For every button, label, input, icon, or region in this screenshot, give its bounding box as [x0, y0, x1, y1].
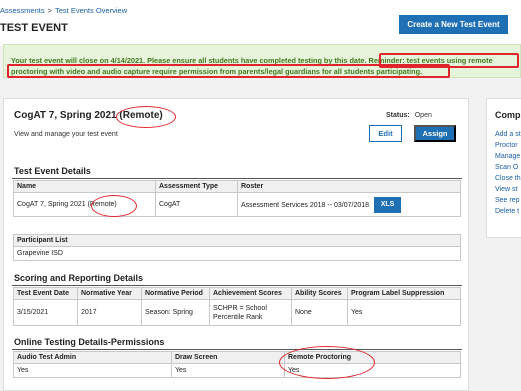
remote-highlight-oval-title: [116, 106, 176, 128]
col-header-name: Name: [13, 180, 156, 193]
col-header-audio-test-admin: Audio Test Admin: [13, 351, 172, 364]
side-link-manage[interactable]: Manage: [495, 151, 521, 162]
remote-highlight-oval-name: [91, 195, 137, 217]
col-header-program-label-suppression: Program Label Suppression: [347, 287, 461, 300]
status-value: Open: [414, 112, 432, 119]
side-link-proctor[interactable]: Proctor: [495, 140, 521, 151]
side-link-see-reports[interactable]: See rep: [495, 195, 521, 206]
status-label: Status:: [386, 112, 410, 119]
side-panel-title: Comp: [495, 110, 521, 120]
side-panel-links: Add a st Proctor Manage Scan O Close th …: [495, 129, 521, 217]
breadcrumb-assessments-link[interactable]: Assessments: [0, 6, 45, 15]
col-header-roster: Roster: [237, 180, 461, 193]
scoring-details-title: Scoring and Reporting Details: [14, 273, 144, 283]
event-name: CogAT 7, Spring 2021: [17, 201, 86, 208]
remote-proctoring-highlight-oval: [279, 346, 375, 379]
side-link-scan[interactable]: Scan O: [495, 162, 521, 173]
side-link-delete[interactable]: Delete t: [495, 206, 521, 217]
col-header-test-event-date: Test Event Date: [13, 287, 78, 300]
col-header-ability-scores: Ability Scores: [291, 287, 348, 300]
test-event-details-title: Test Event Details: [14, 166, 91, 176]
side-link-close[interactable]: Close th: [495, 173, 521, 184]
normative-year-cell: 2017: [77, 299, 142, 326]
xls-download-button[interactable]: XLS: [374, 196, 402, 213]
edit-button[interactable]: Edit: [369, 125, 402, 142]
roster-value: Assessment Services 2018 -- 03/07/2018: [241, 201, 370, 209]
col-header-assessment-type: Assessment Type: [155, 180, 238, 193]
permissions-table: Audio Test Admin Draw Screen Remote Proc…: [13, 351, 461, 378]
breadcrumb-separator: >: [47, 6, 52, 15]
col-header-normative-year: Normative Year: [77, 287, 142, 300]
participant-list-table: Participant List Grapevine ISD: [13, 234, 461, 261]
section-divider: [12, 349, 462, 350]
achievement-scores-cell: SCHPR = School Percentile Rank: [209, 299, 292, 326]
assign-button[interactable]: Assign: [414, 125, 456, 142]
ability-scores-cell: None: [291, 299, 348, 326]
section-divider: [12, 178, 462, 179]
scoring-details-table: Test Event Date Normative Year Normative…: [13, 287, 461, 326]
top-bar: Assessments > Test Events Overview TEST EV…: [0, 0, 521, 46]
assessment-type-cell: CogAT: [155, 192, 238, 217]
col-header-normative-period: Normative Period: [141, 287, 210, 300]
reminder-highlight-box-bottom: [7, 64, 450, 78]
test-event-card: CogAT 7, Spring 2021 (Remote) View and m…: [3, 98, 469, 391]
side-link-view-status[interactable]: View st: [495, 184, 521, 195]
participant-list-value: Grapevine ISD: [13, 246, 461, 261]
page-title: TEST EVENT: [0, 22, 68, 34]
test-event-date-cell: 3/15/2021: [13, 299, 78, 326]
event-title-text: CogAT 7, Spring 2021: [14, 110, 117, 121]
section-divider: [12, 285, 462, 286]
permissions-title: Online Testing Details-Permissions: [14, 337, 165, 347]
draw-screen-cell: Yes: [171, 363, 285, 378]
col-header-achievement-scores: Achievement Scores: [209, 287, 292, 300]
create-test-event-button[interactable]: Create a New Test Event: [399, 15, 508, 34]
event-subtitle: View and manage your test event: [14, 131, 118, 138]
side-panel: Comp Add a st Proctor Manage Scan O Clos…: [486, 98, 521, 238]
col-header-participant-list: Participant List: [13, 234, 461, 247]
breadcrumb-test-events-link[interactable]: Test Events Overview: [55, 6, 127, 15]
breadcrumb: Assessments > Test Events Overview: [0, 6, 127, 15]
side-link-add-student[interactable]: Add a st: [495, 129, 521, 140]
roster-cell: Assessment Services 2018 -- 03/07/2018 XL…: [237, 192, 461, 217]
test-event-details-table: Name Assessment Type Roster CogAT 7, Spr…: [13, 180, 461, 217]
program-label-suppression-cell: Yes: [347, 299, 461, 326]
col-header-draw-screen: Draw Screen: [171, 351, 285, 364]
normative-period-cell: Season: Spring: [141, 299, 210, 326]
event-status: Status: Open: [386, 112, 432, 119]
audio-test-admin-cell: Yes: [13, 363, 172, 378]
